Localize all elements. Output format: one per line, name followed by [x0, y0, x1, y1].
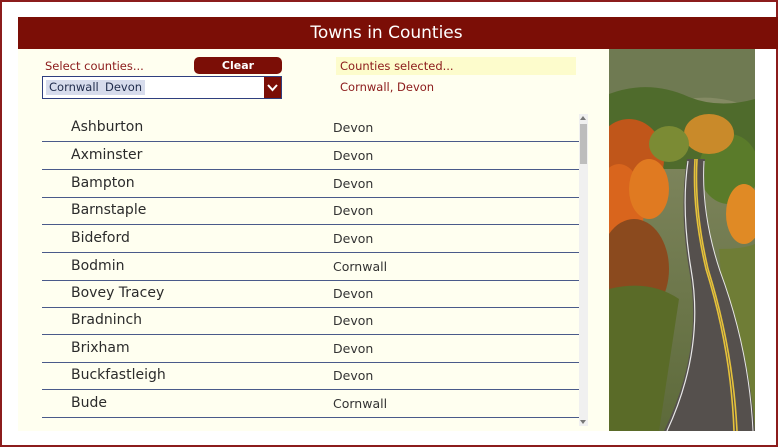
dropdown-toggle[interactable]: [264, 77, 281, 98]
table-row[interactable]: Bude Cornwall: [42, 390, 579, 418]
towns-gallery[interactable]: Ashburton Devon Axminster Devon Bampton Dev…: [42, 114, 579, 426]
town-name: Bideford: [71, 230, 130, 246]
counties-selected-value: Cornwall, Devon: [340, 80, 435, 94]
autumn-road-photo: [609, 49, 755, 431]
county-name: Devon: [333, 231, 374, 246]
town-name: Brixham: [71, 340, 130, 356]
table-row[interactable]: Bradninch Devon: [42, 307, 579, 335]
table-row[interactable]: Barnstaple Devon: [42, 197, 579, 225]
county-name: Devon: [333, 368, 374, 383]
chevron-down-icon: [267, 84, 278, 92]
county-name: Devon: [333, 120, 374, 135]
county-name: Devon: [333, 148, 374, 163]
county-name: Devon: [333, 176, 374, 191]
selected-chip-cornwall[interactable]: Cornwall: [46, 80, 102, 95]
town-name: Axminster: [71, 147, 143, 163]
table-row[interactable]: Bovey Tracey Devon: [42, 280, 579, 308]
county-name: Cornwall: [333, 259, 388, 274]
gallery-scrollbar[interactable]: [579, 114, 588, 426]
road-landscape-image: [609, 49, 755, 431]
counties-selected-label: Counties selected...: [340, 59, 454, 73]
scroll-up-icon[interactable]: [580, 116, 586, 120]
town-name: Bampton: [71, 175, 135, 191]
table-row[interactable]: Buckfastleigh Devon: [42, 362, 579, 390]
town-name: Bude: [71, 395, 107, 411]
county-name: Devon: [333, 286, 374, 301]
county-name: Cornwall: [333, 396, 388, 411]
county-name: Devon: [333, 341, 374, 356]
county-name: Devon: [333, 203, 374, 218]
town-name: Buckfastleigh: [71, 367, 166, 383]
town-name: Bradninch: [71, 312, 143, 328]
table-row[interactable]: Bampton Devon: [42, 170, 579, 198]
table-row[interactable]: Axminster Devon: [42, 142, 579, 170]
select-counties-label: Select counties...: [45, 59, 144, 73]
town-name: Bodmin: [71, 258, 125, 274]
town-name: Ashburton: [71, 119, 144, 135]
selected-chip-devon[interactable]: Devon: [102, 80, 146, 95]
scroll-down-icon[interactable]: [580, 420, 586, 424]
table-row[interactable]: Brixham Devon: [42, 335, 579, 363]
table-row[interactable]: Bodmin Cornwall: [42, 253, 579, 281]
county-combobox[interactable]: Cornwall Devon: [42, 76, 282, 99]
scrollbar-thumb[interactable]: [580, 124, 587, 164]
county-name: Devon: [333, 313, 374, 328]
table-row[interactable]: Bideford Devon: [42, 225, 579, 253]
page-title: Towns in Counties: [310, 23, 463, 43]
town-name: Bovey Tracey: [71, 285, 165, 301]
title-bar: Towns in Counties: [18, 17, 778, 49]
clear-button[interactable]: Clear: [194, 57, 282, 74]
table-row[interactable]: Ashburton Devon: [42, 114, 579, 142]
town-name: Barnstaple: [71, 202, 147, 218]
